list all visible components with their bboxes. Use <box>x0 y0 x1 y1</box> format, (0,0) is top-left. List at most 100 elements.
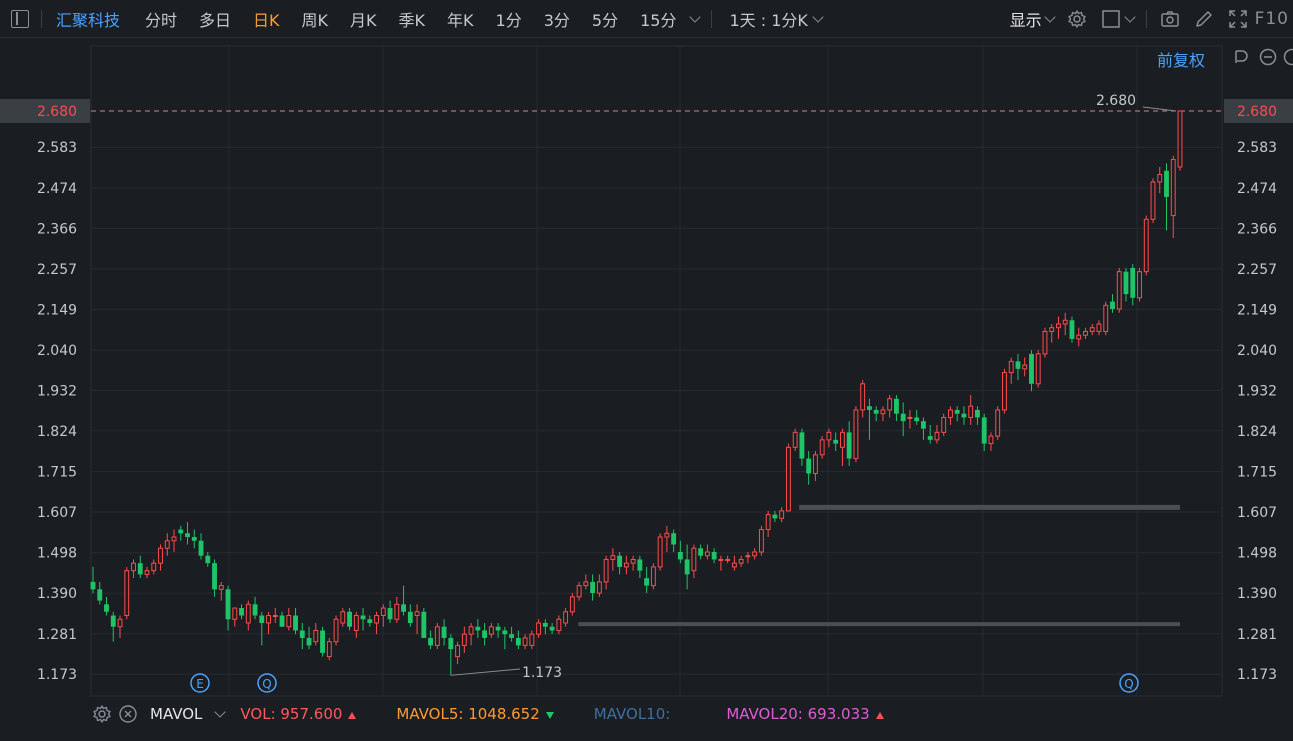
candle-body <box>488 626 494 635</box>
camera-icon[interactable] <box>1160 9 1180 29</box>
candle-body <box>630 558 636 564</box>
candle-body <box>380 607 386 617</box>
style-chevron-icon[interactable] <box>1123 11 1136 23</box>
tab-0[interactable]: 分时 <box>134 7 188 31</box>
candle-body <box>1002 372 1007 411</box>
candle-body <box>954 409 960 414</box>
indicator-chevron-icon[interactable] <box>214 706 227 718</box>
kline-chart[interactable]: 2.680 2.680 2.583 2.583 2.474 2.474 2.366 2.366… <box>0 38 1293 700</box>
y-tick-right: 2.149 <box>1237 302 1277 318</box>
more-periods-chevron-icon[interactable] <box>689 10 702 23</box>
candle-body <box>218 585 224 590</box>
candle-body <box>164 540 170 549</box>
tab-4[interactable]: 月K <box>339 7 388 31</box>
tab-7[interactable]: 1分 <box>485 7 533 31</box>
candle-body <box>900 413 906 422</box>
candle-body <box>252 604 258 616</box>
y-tick-right: 2.257 <box>1237 262 1277 278</box>
divider <box>1145 10 1147 28</box>
y-tick-left: 1.607 <box>37 505 77 521</box>
tab-10[interactable]: 15分 <box>629 7 687 31</box>
candle-body <box>569 596 575 613</box>
candle-body <box>205 555 211 564</box>
candle-body <box>455 644 461 658</box>
support-level-high <box>799 504 1180 510</box>
tab-5[interactable]: 季K <box>388 7 437 31</box>
candle-body <box>1076 334 1082 340</box>
candle-body <box>1022 364 1028 370</box>
tab-9[interactable]: 5分 <box>581 7 629 31</box>
indicator-bar: MAVOL VOL: 957.600 MAVOL5: 1048.652 MAVO… <box>90 701 1223 727</box>
candle-body <box>185 533 190 538</box>
candle-body <box>441 626 447 638</box>
f10-button[interactable]: F10 <box>1255 9 1289 29</box>
display-menu[interactable]: 显示 <box>1010 7 1042 31</box>
combo-period-select[interactable]: 1天 : 1分K <box>718 7 809 31</box>
gear-icon[interactable] <box>92 704 112 724</box>
candle-body <box>225 589 231 620</box>
candle-body <box>239 608 244 616</box>
candle-body <box>981 417 987 444</box>
candle-body <box>792 431 798 448</box>
candle-body <box>212 563 217 590</box>
mavol5-text: MAVOL5: 1048.652 <box>396 705 540 723</box>
candle-body <box>995 409 1001 437</box>
candle-body <box>988 435 994 445</box>
close-icon[interactable] <box>118 704 138 724</box>
tab-2[interactable]: 日K <box>242 7 291 31</box>
candle-body <box>360 615 366 620</box>
candle-body <box>921 421 926 429</box>
pencil-icon[interactable] <box>1194 9 1214 29</box>
tab-8[interactable]: 3分 <box>533 7 581 31</box>
candle-body <box>117 618 123 628</box>
candle-body <box>907 416 913 419</box>
indicator-name[interactable]: MAVOL <box>150 705 202 723</box>
candle-body <box>482 630 488 638</box>
candle-body <box>812 454 818 474</box>
plot-frame <box>90 45 1223 697</box>
candle-body <box>1035 353 1041 385</box>
candle-body <box>90 581 96 590</box>
tab-6[interactable]: 年K <box>436 7 485 31</box>
candle-body <box>894 398 899 414</box>
candle-body <box>623 562 629 568</box>
candle-body <box>691 547 697 572</box>
candle-body <box>502 630 508 635</box>
candle-body <box>461 633 467 646</box>
candle-body <box>536 622 542 635</box>
y-tick-left: 1.281 <box>37 627 77 643</box>
candle-body <box>97 589 103 601</box>
fullscreen-icon[interactable] <box>1228 9 1248 29</box>
candle-body <box>927 436 933 440</box>
candle-body <box>414 611 420 617</box>
stock-name[interactable]: 汇聚科技 <box>56 7 120 31</box>
tab-3[interactable]: 周K <box>291 7 340 31</box>
candle-body <box>637 559 643 571</box>
tab-1[interactable]: 多日 <box>188 7 242 31</box>
candle-body <box>1150 181 1156 220</box>
gear-icon[interactable] <box>1067 9 1087 29</box>
y-tick-right: 2.680 <box>1237 104 1277 120</box>
candle-body <box>657 536 663 568</box>
y-tick-right: 1.824 <box>1237 424 1277 440</box>
combo-chevron-icon[interactable] <box>812 10 824 23</box>
candle-body <box>1164 170 1169 197</box>
candle-body <box>104 604 109 612</box>
divider <box>711 9 713 28</box>
candle-body <box>664 532 670 538</box>
candle-body <box>124 570 130 617</box>
display-chevron-icon[interactable] <box>1043 11 1056 23</box>
candle-body <box>738 558 744 564</box>
vol-value: VOL: 957.600 <box>240 705 357 723</box>
candle-body <box>542 622 548 627</box>
divider <box>41 9 42 28</box>
candle-body <box>178 529 184 534</box>
candle-body <box>434 626 440 646</box>
candle-body <box>873 409 879 414</box>
candle-body <box>677 551 683 560</box>
sidebar-toggle-icon[interactable] <box>11 9 29 28</box>
y-tick-right: 1.390 <box>1237 586 1277 602</box>
candle-body <box>1062 319 1068 325</box>
up-arrow-icon <box>348 712 357 719</box>
square-style-icon[interactable] <box>1101 9 1121 29</box>
